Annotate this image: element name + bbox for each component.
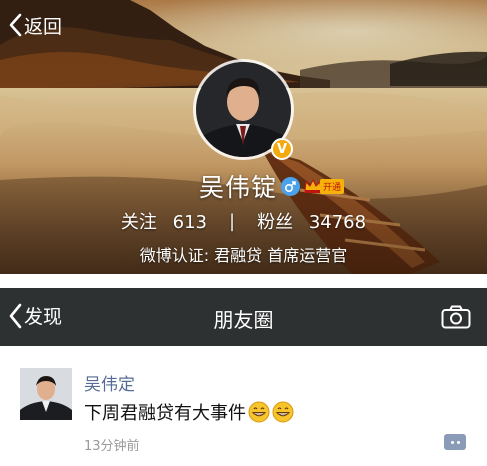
back-label: 返回 <box>24 15 63 38</box>
chevron-left-icon <box>9 13 22 37</box>
profile-avatar[interactable]: V <box>193 59 294 160</box>
avatar-photo <box>20 368 72 420</box>
vip-tag: 开通 <box>320 178 345 194</box>
comment-icon[interactable] <box>444 434 466 450</box>
moments-nav-bar: 发现 朋友圈 <box>0 288 487 346</box>
stats-row: 关注 613 | 粉丝 34768 <box>0 208 487 234</box>
grin-emoji-icon <box>248 401 270 423</box>
divider <box>0 274 487 288</box>
verified-badge: V <box>271 138 293 160</box>
weibo-profile-header: 返回 V 吴伟锭 开通 关注 613 | 粉丝 34768 微博认证: 君融贷 … <box>0 0 487 274</box>
post-author[interactable]: 吴伟定 <box>84 370 135 395</box>
followers-stat[interactable]: 粉丝 34768 <box>257 208 366 234</box>
profile-name-row: 吴伟锭 开通 <box>0 168 487 204</box>
verification-text: 微博认证: 君融贷 首席运营官 <box>139 246 348 265</box>
following-stat[interactable]: 关注 613 <box>121 208 207 234</box>
moment-post: 吴伟定 下周君融贷有大事件 13分钟前 <box>0 346 487 466</box>
followers-count: 34768 <box>308 212 367 233</box>
following-label: 关注 <box>120 212 157 233</box>
followers-label: 粉丝 <box>257 212 294 233</box>
following-count: 613 <box>172 212 207 233</box>
post-avatar[interactable] <box>20 368 72 420</box>
post-text: 下周君融贷有大事件 <box>84 399 294 425</box>
vip-badge[interactable]: 开通 <box>304 178 345 194</box>
post-timestamp: 13分钟前 <box>84 439 140 454</box>
post-text-content: 下周君融贷有大事件 <box>84 403 246 424</box>
camera-icon[interactable] <box>441 305 471 329</box>
back-button[interactable]: 返回 <box>8 10 62 40</box>
page-title: 朋友圈 <box>213 308 274 332</box>
profile-name: 吴伟锭 <box>198 173 277 202</box>
stats-separator: | <box>229 210 236 232</box>
male-icon <box>281 176 300 196</box>
grin-emoji-icon <box>272 401 294 423</box>
